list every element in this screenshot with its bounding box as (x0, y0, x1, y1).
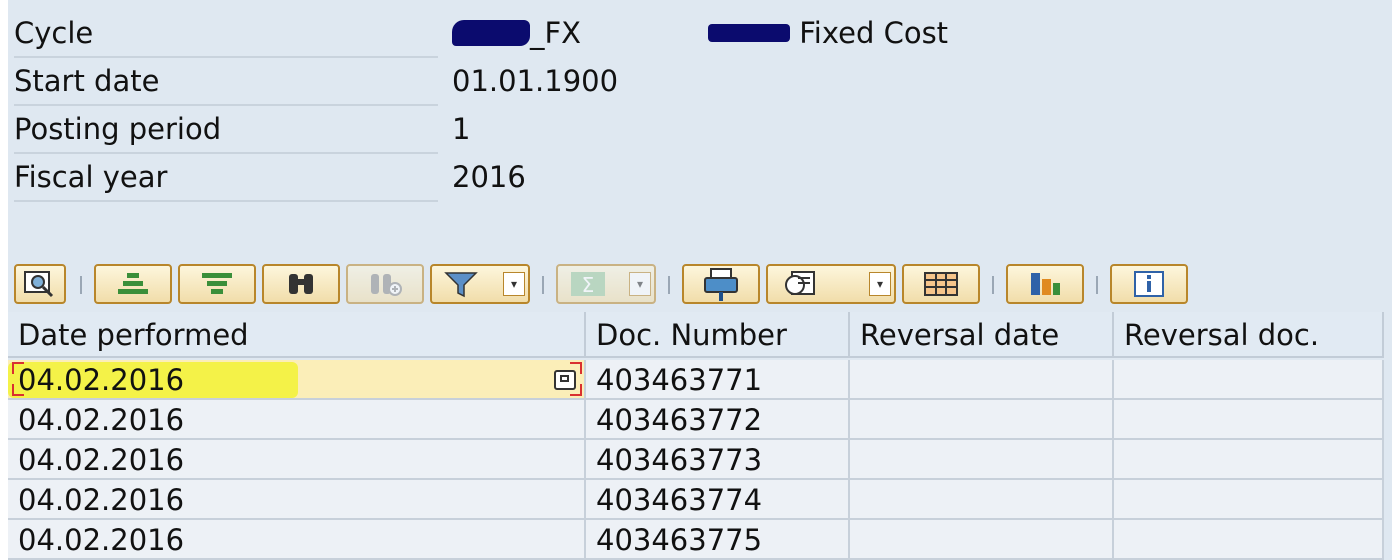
date-performed-cell[interactable]: 04.02.2016 (8, 520, 586, 560)
doc-number-cell[interactable]: 403463773 (586, 440, 850, 480)
reversal-date-cell[interactable] (850, 440, 1114, 480)
sort-descending-button[interactable] (178, 264, 256, 304)
toolbar-separator (1096, 276, 1098, 294)
redaction-mark (452, 20, 530, 46)
reversal-date-cell[interactable] (850, 360, 1114, 400)
date-performed-cell[interactable]: 04.02.2016 (8, 440, 586, 480)
reversal-date-cell[interactable] (850, 520, 1114, 560)
export-icon (785, 271, 815, 295)
export-button[interactable]: ▾ (766, 264, 896, 304)
fiscal-year-label: Fiscal year (14, 154, 438, 202)
table-row[interactable]: 04.02.2016 403463774 (8, 480, 1384, 520)
details-button[interactable] (14, 264, 66, 304)
sort-ascending-button[interactable] (94, 264, 172, 304)
date-performed-cell[interactable]: 04.02.2016 (8, 400, 586, 440)
layout-button[interactable] (902, 264, 980, 304)
table-row[interactable]: 04.02.2016 403463773 (8, 440, 1384, 480)
table-row[interactable]: 04.02.2016 403463775 (8, 520, 1384, 560)
posting-period-row: Posting period 1 (8, 106, 1392, 156)
toolbar-separator (542, 276, 544, 294)
reversal-date-cell[interactable] (850, 480, 1114, 520)
print-preview-button[interactable] (682, 264, 760, 304)
fiscal-year-value: 2016 (452, 160, 526, 194)
chevron-down-icon[interactable]: ▾ (503, 272, 525, 296)
cycle-description-text: Fixed Cost (799, 16, 949, 50)
cycle-description: Fixed Cost (708, 10, 948, 56)
start-date-value: 01.01.1900 (452, 64, 619, 98)
find-icon (289, 274, 313, 294)
filter-icon (444, 272, 478, 298)
details-icon (24, 271, 54, 298)
column-header-doc-number[interactable]: Doc. Number (586, 312, 850, 358)
sort-ascending-icon (118, 273, 148, 294)
table-row[interactable]: 04.02.2016 403463772 (8, 400, 1384, 440)
reversal-doc-cell[interactable] (1114, 440, 1384, 480)
focus-corner (570, 384, 582, 396)
posting-period-value: 1 (452, 112, 471, 146)
redaction-mark (708, 24, 790, 42)
fiscal-year-row: Fiscal year 2016 (8, 154, 1392, 204)
left-margin (0, 0, 8, 560)
doc-number-cell[interactable]: 403463774 (586, 480, 850, 520)
chevron-down-icon[interactable]: ▾ (629, 272, 651, 296)
date-performed-cell[interactable]: 04.02.2016 (8, 360, 586, 400)
column-header-reversal-date[interactable]: Reversal date (850, 312, 1114, 358)
cycle-label: Cycle (14, 10, 438, 58)
find-button[interactable] (262, 264, 340, 304)
report-panel: Cycle _FX Fixed Cost Start date 01.01.19… (0, 0, 1392, 560)
reversal-doc-cell[interactable] (1114, 360, 1384, 400)
toolbar-separator (992, 276, 994, 294)
graphic-button[interactable] (1006, 264, 1084, 304)
layout-icon (924, 272, 958, 296)
doc-number-cell[interactable]: 403463772 (586, 400, 850, 440)
start-date-row: Start date 01.01.1900 (8, 58, 1392, 108)
reversal-doc-cell[interactable] (1114, 480, 1384, 520)
chevron-down-icon[interactable]: ▾ (869, 272, 891, 296)
posting-period-label: Posting period (14, 106, 438, 154)
cycle-row: Cycle _FX Fixed Cost (8, 10, 1392, 60)
reversal-date-cell[interactable] (850, 400, 1114, 440)
find-next-button[interactable] (346, 264, 424, 304)
find-next-icon (371, 274, 402, 296)
focus-corner (12, 384, 24, 396)
graphic-icon (1031, 273, 1060, 295)
doc-number-cell[interactable]: 403463775 (586, 520, 850, 560)
reversal-doc-cell[interactable] (1114, 400, 1384, 440)
print-preview-icon (704, 268, 738, 301)
sum-icon: Σ (571, 272, 605, 297)
date-performed-cell[interactable]: 04.02.2016 (8, 480, 586, 520)
column-header-reversal-doc[interactable]: Reversal doc. (1114, 312, 1384, 358)
sort-descending-icon (202, 273, 232, 294)
focus-corner (570, 362, 582, 374)
column-header-date-performed[interactable]: Date performed (8, 312, 586, 358)
table-row[interactable]: 04.02.2016 403463771 (8, 360, 1384, 400)
doc-number-cell[interactable]: 403463771 (586, 360, 850, 400)
cycle-value: _FX (452, 10, 581, 56)
reversal-doc-cell[interactable] (1114, 520, 1384, 560)
info-button[interactable] (1110, 264, 1188, 304)
cycle-value-suffix: _FX (530, 16, 582, 50)
date-performed-value: 04.02.2016 (18, 363, 185, 397)
start-date-label: Start date (14, 58, 438, 106)
alv-toolbar: ▾ Σ ▾ ▾ (14, 262, 1384, 310)
sum-button[interactable]: Σ ▾ (556, 264, 656, 304)
info-icon (1134, 271, 1164, 297)
toolbar-separator (80, 276, 82, 294)
toolbar-separator (668, 276, 670, 294)
filter-button[interactable]: ▾ (430, 264, 530, 304)
focus-corner (12, 362, 24, 374)
svg-text:Σ: Σ (582, 273, 595, 297)
